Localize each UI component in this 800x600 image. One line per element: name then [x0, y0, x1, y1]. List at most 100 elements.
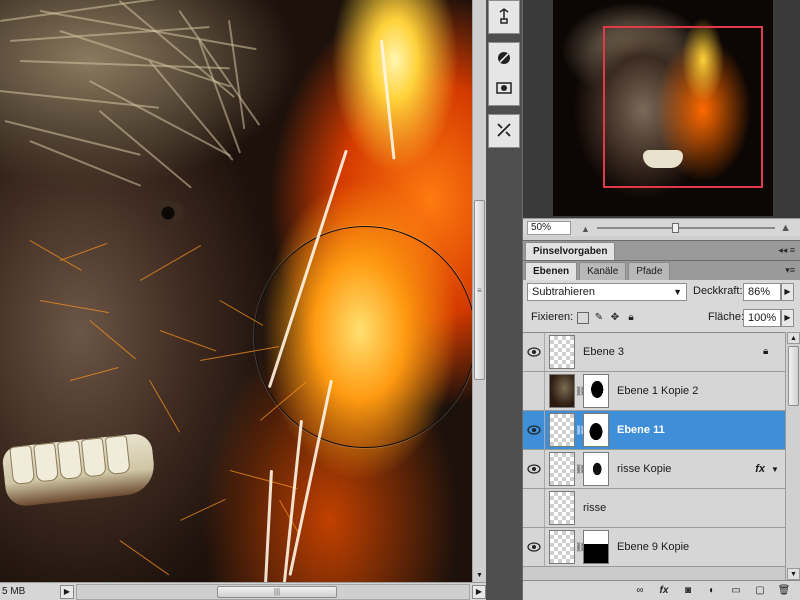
layers-list: Ebene 3 🔒︎ ⛓︎ Ebene 1 Kopie 2 ⛓︎ Ebene 11 ⛓︎ ri…: [523, 332, 785, 580]
layer-thumbnail[interactable]: [549, 374, 575, 408]
lock-transparency-icon[interactable]: [577, 312, 589, 324]
layer-thumbnail[interactable]: [549, 530, 575, 564]
lock-all-icon[interactable]: 🔒︎: [625, 312, 637, 324]
mask-link-icon[interactable]: ⛓︎: [575, 542, 586, 553]
mask-link-icon[interactable]: ⛓︎: [575, 386, 586, 397]
tool-presets-icon[interactable]: [489, 115, 519, 145]
opacity-field[interactable]: 86%: [743, 283, 781, 301]
status-menu-arrow-icon[interactable]: ▶: [60, 584, 74, 599]
layer-name[interactable]: Ebene 1 Kopie 2: [617, 385, 785, 397]
tab-paths[interactable]: Pfade: [628, 262, 671, 280]
vertical-scroll-thumb[interactable]: ≡: [474, 200, 485, 380]
visibility-empty-box: [527, 384, 541, 398]
zoom-field[interactable]: 50%: [527, 220, 571, 235]
expand-effects-icon[interactable]: ▼: [771, 465, 783, 474]
artwork-hair-strand: [39, 10, 257, 51]
quick-mask-icon[interactable]: [489, 73, 519, 103]
layer-visibility-toggle[interactable]: [523, 411, 545, 449]
layer-name[interactable]: Ebene 11: [617, 424, 785, 436]
eye-icon: [526, 425, 541, 435]
tab-channels[interactable]: Kanäle: [579, 262, 627, 280]
zoom-out-icon[interactable]: ▲: [581, 224, 590, 234]
tool-group-1: [488, 0, 520, 34]
layer-visibility-toggle[interactable]: [523, 450, 545, 488]
navigator-view-box[interactable]: [603, 26, 763, 188]
artwork-crack: [70, 367, 119, 381]
layer-visibility-toggle[interactable]: [523, 489, 545, 527]
document-size: 5 MB: [2, 586, 26, 597]
layer-row[interactable]: risse: [523, 489, 785, 528]
link-icon[interactable]: ∞: [633, 584, 647, 598]
zoom-in-icon[interactable]: ▲: [780, 222, 791, 234]
canvas-horizontal-scrollbar[interactable]: |||: [76, 583, 470, 600]
artwork-crack: [149, 380, 180, 433]
opacity-stepper-icon[interactable]: ▶: [781, 283, 794, 301]
layer-thumbnail[interactable]: [549, 335, 575, 369]
layer-mask-thumbnail[interactable]: [583, 374, 609, 408]
horizontal-scroll-thumb[interactable]: |||: [217, 585, 337, 598]
layer-row[interactable]: ⛓︎ risse Kopie fx ▼: [523, 450, 785, 489]
layer-name[interactable]: Ebene 3: [583, 346, 763, 358]
layers-scroll-thumb[interactable]: [788, 346, 799, 406]
layer-mask-thumbnail[interactable]: [583, 452, 609, 486]
artwork-crack: [229, 470, 298, 490]
layer-row[interactable]: Ebene 3 🔒︎: [523, 333, 785, 372]
tab-brush-presets[interactable]: Pinselvorgaben: [525, 242, 616, 260]
puppet-warp-icon[interactable]: [489, 1, 519, 31]
new-group-icon[interactable]: ▭: [729, 584, 743, 598]
canvas-vertical-scrollbar[interactable]: ≡ ▼: [472, 0, 486, 582]
adjustment-icon[interactable]: ◐: [705, 584, 719, 598]
status-bar: 5 MB ▶ ||| ▶: [0, 582, 486, 600]
layer-visibility-toggle[interactable]: [523, 333, 545, 371]
artwork-crack: [119, 540, 170, 576]
artwork-hair-strand: [4, 120, 141, 156]
zoom-slider[interactable]: ▲ ▲: [577, 221, 795, 235]
eye-icon: [526, 347, 541, 357]
layer-thumbnail[interactable]: [549, 491, 575, 525]
layer-effects-badge[interactable]: fx: [755, 463, 765, 475]
layer-thumbnail[interactable]: [549, 452, 575, 486]
fill-label: Fläche:: [708, 311, 745, 323]
artwork-hair-strand: [148, 60, 234, 161]
scroll-right-arrow-icon[interactable]: ▶: [472, 584, 486, 599]
layer-row[interactable]: ⛓︎ Ebene 1 Kopie 2: [523, 372, 785, 411]
layer-name[interactable]: risse Kopie: [617, 463, 755, 475]
layers-scrollbar[interactable]: ▲ ▼: [785, 332, 800, 580]
mask-link-icon[interactable]: ⛓︎: [575, 425, 586, 436]
trash-icon[interactable]: 🗑︎: [777, 584, 791, 598]
layers-scroll-up-icon[interactable]: ▲: [787, 332, 800, 344]
layers-scroll-down-icon[interactable]: ▼: [787, 568, 800, 580]
lock-position-icon[interactable]: ✥: [609, 312, 621, 324]
layer-name[interactable]: risse: [583, 502, 785, 514]
layer-mask-thumbnail[interactable]: [583, 413, 609, 447]
artwork-eye: [146, 200, 186, 226]
fill-stepper-icon[interactable]: ▶: [781, 309, 794, 327]
fill-field[interactable]: 100%: [743, 309, 781, 327]
layer-thumbnail[interactable]: [549, 413, 575, 447]
fx-icon[interactable]: fx: [657, 584, 671, 598]
panel-menu-icon[interactable]: ◂◂ ≡: [778, 245, 795, 256]
layer-visibility-toggle[interactable]: [523, 528, 545, 566]
brush-icon[interactable]: [489, 43, 519, 73]
document-canvas[interactable]: [0, 0, 472, 582]
zoom-slider-knob[interactable]: [672, 222, 679, 233]
new-layer-icon[interactable]: ▢: [753, 584, 767, 598]
scroll-down-arrow-icon[interactable]: ▼: [474, 570, 485, 581]
navigator-zoom-bar: 50% ▲ ▲: [523, 218, 800, 236]
blend-mode-select[interactable]: Subtrahieren ▼: [527, 283, 687, 301]
tool-group-2: [488, 42, 520, 106]
navigator-preview[interactable]: [553, 0, 773, 216]
layer-row[interactable]: ⛓︎ Ebene 9 Kopie: [523, 528, 785, 567]
layer-mask-thumbnail[interactable]: [583, 530, 609, 564]
tab-layers[interactable]: Ebenen: [525, 262, 578, 280]
layers-panel-menu-icon[interactable]: ▾≡: [785, 265, 795, 276]
mask-link-icon[interactable]: ⛓︎: [575, 464, 586, 475]
layer-name[interactable]: Ebene 9 Kopie: [617, 541, 785, 553]
layers-options: Subtrahieren ▼ Deckkraft: 86% ▶ Fixieren…: [523, 280, 800, 332]
photoshop-window: ≡ ▼ 5 MB ▶ ||| ▶ 50% ▲ ▲ Pinselvorgaben …: [0, 0, 800, 600]
layer-visibility-toggle[interactable]: [523, 372, 545, 410]
opacity-label: Deckkraft:: [693, 285, 743, 297]
layer-row[interactable]: ⛓︎ Ebene 11: [523, 411, 785, 450]
add-mask-icon[interactable]: ◙: [681, 584, 695, 598]
lock-pixels-icon[interactable]: ✎: [593, 312, 605, 324]
